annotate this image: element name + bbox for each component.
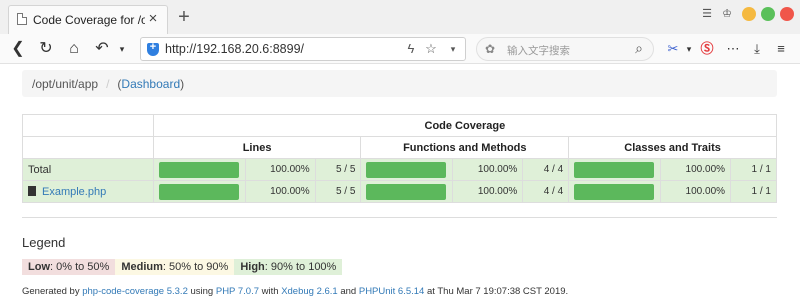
star-icon[interactable]: ☆ — [423, 40, 439, 58]
classes-header: Classes and Traits — [568, 136, 777, 159]
legend-high-range: : 90% to 100% — [264, 261, 337, 273]
classes-progress-cell — [568, 158, 662, 181]
table-corner-cell — [22, 136, 154, 159]
table-row-file: Example.php 100.00% 5 / 5 100.00% 4 / 4 … — [22, 180, 777, 203]
dashboard-link[interactable]: Dashboard — [121, 77, 180, 91]
legend-low-range: : 0% to 50% — [50, 261, 110, 273]
legend-title: Legend — [22, 235, 66, 250]
minimize-button[interactable] — [742, 7, 756, 21]
table-corner-cell — [22, 114, 154, 137]
menu-icon[interactable]: ≡ — [772, 39, 790, 59]
browser-titlebar: Code Coverage for /opt × + ☰ ♔ — [0, 0, 800, 34]
lines-progress-bar — [158, 183, 239, 200]
example-file-link[interactable]: Example.php — [42, 186, 106, 198]
lines-progress-cell — [152, 158, 246, 181]
functions-ratio: 4 / 4 — [522, 180, 570, 203]
skin-icon[interactable]: ♔ — [720, 7, 734, 21]
footer-text: and — [337, 286, 359, 297]
table-row-total: Total 100.00% 5 / 5 100.00% 4 / 4 100.00… — [22, 158, 777, 181]
classes-progress-cell — [568, 180, 662, 203]
more-icon[interactable]: ⋯ — [724, 39, 742, 59]
breadcrumb: /opt/unit/app / (Dashboard) — [22, 70, 777, 97]
search-icon[interactable]: ⌕ — [635, 40, 643, 57]
functions-percent: 100.00% — [452, 158, 524, 181]
lines-ratio: 5 / 5 — [314, 158, 362, 181]
legend-medium: Medium: 50% to 90% — [115, 259, 235, 275]
chevron-down-icon[interactable]: ▾ — [445, 40, 461, 58]
browser-toolbar: ❮ ↻ ⌂ ↶ ▾ http://192.168.20.6:8899/ ϟ ☆ … — [0, 34, 800, 64]
footer-text: Generated by — [22, 286, 83, 297]
menu-icon[interactable]: ☰ — [700, 7, 714, 21]
undo-icon[interactable]: ↶ — [92, 38, 112, 60]
functions-progress-bar — [366, 183, 447, 200]
row-name: Total — [22, 158, 154, 181]
functions-ratio: 4 / 4 — [522, 158, 570, 181]
translate-icon[interactable]: Ⓢ — [698, 39, 716, 59]
legend-low: Low: 0% to 50% — [22, 259, 116, 275]
php-link[interactable]: PHP 7.0.7 — [216, 286, 259, 297]
legend-medium-label: Medium — [121, 261, 163, 273]
phpunit-link[interactable]: PHPUnit 6.5.14 — [359, 286, 424, 297]
table-group-header-row: Code Coverage — [22, 114, 778, 137]
breadcrumb-path: /opt/unit/app — [32, 77, 99, 91]
paw-icon: ✿ — [485, 42, 496, 56]
divider — [22, 217, 777, 218]
legend-medium-range: : 50% to 90% — [162, 261, 229, 273]
reload-icon[interactable]: ↻ — [36, 38, 56, 60]
url-text[interactable]: http://192.168.20.6:8899/ — [165, 42, 304, 56]
maximize-button[interactable] — [761, 7, 775, 21]
classes-progress-bar — [574, 161, 655, 178]
chevron-down-icon[interactable]: ▾ — [112, 38, 132, 60]
xdebug-link[interactable]: Xdebug 2.6.1 — [281, 286, 338, 297]
legend-low-label: Low — [28, 261, 50, 273]
lines-ratio: 5 / 5 — [314, 180, 362, 203]
search-placeholder: 输入文字搜索 — [507, 45, 570, 57]
functions-progress-bar — [366, 161, 447, 178]
lines-percent: 100.00% — [244, 158, 316, 181]
lines-percent: 100.00% — [244, 180, 316, 203]
lines-progress-cell — [152, 180, 246, 203]
coverage-table: Code Coverage Lines Functions and Method… — [22, 114, 778, 203]
search-box[interactable]: ✿ 输入文字搜索 ⌕ — [476, 37, 654, 61]
footer-text: with — [259, 286, 282, 297]
classes-ratio: 1 / 1 — [730, 180, 777, 203]
download-icon[interactable]: ⤓ — [748, 39, 766, 59]
close-tab-icon[interactable]: × — [145, 11, 161, 27]
functions-header: Functions and Methods — [360, 136, 570, 159]
classes-ratio: 1 / 1 — [730, 158, 777, 181]
legend-high-label: High — [240, 261, 265, 273]
tab-title: Code Coverage for /opt — [33, 13, 145, 27]
browser-tab[interactable]: Code Coverage for /opt × — [8, 5, 168, 34]
security-shield-icon — [147, 41, 159, 56]
breadcrumb-close-paren: ) — [180, 77, 185, 91]
home-icon[interactable]: ⌂ — [64, 38, 84, 60]
classes-percent: 100.00% — [660, 180, 732, 203]
functions-progress-cell — [360, 158, 454, 181]
functions-percent: 100.00% — [452, 180, 524, 203]
back-icon[interactable]: ❮ — [8, 38, 28, 60]
new-tab-button[interactable]: + — [174, 7, 194, 27]
row-name-cell: Example.php — [22, 180, 154, 203]
legend-high: High: 90% to 100% — [234, 259, 343, 275]
lightning-icon[interactable]: ϟ — [403, 40, 419, 58]
file-icon — [28, 185, 36, 196]
legend: Low: 0% to 50% Medium: 50% to 90% High: 90… — [22, 259, 343, 275]
classes-progress-bar — [574, 183, 655, 200]
code-coverage-header: Code Coverage — [152, 114, 778, 137]
lines-progress-bar — [158, 161, 239, 178]
table-header-row: Lines Functions and Methods Classes and … — [22, 136, 777, 159]
close-window-button[interactable] — [780, 7, 794, 21]
footer-text: at Thu Mar 7 19:07:38 CST 2019. — [424, 286, 569, 297]
functions-progress-cell — [360, 180, 454, 203]
lines-header: Lines — [152, 136, 362, 159]
php-code-coverage-link[interactable]: php-code-coverage 5.3.2 — [82, 286, 188, 297]
footer: Generated by php-code-coverage 5.3.2 usi… — [22, 286, 568, 297]
page-icon — [17, 13, 27, 25]
footer-text: using — [187, 286, 216, 297]
classes-percent: 100.00% — [660, 158, 732, 181]
breadcrumb-separator: / — [106, 77, 110, 91]
address-bar[interactable]: http://192.168.20.6:8899/ ϟ ☆ ▾ — [140, 37, 466, 61]
chevron-down-icon[interactable]: ▾ — [680, 39, 698, 59]
